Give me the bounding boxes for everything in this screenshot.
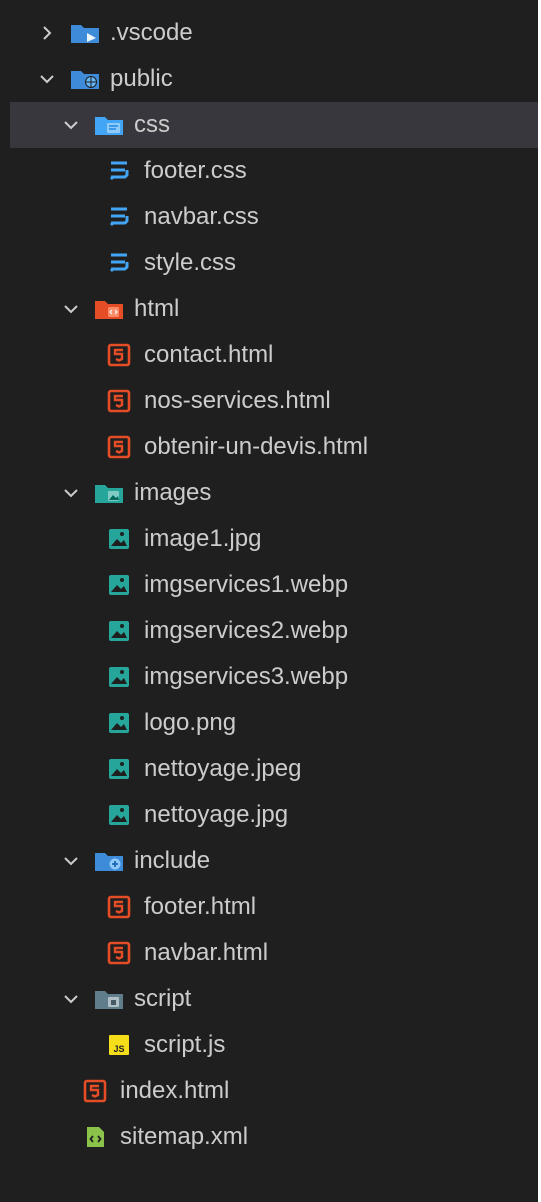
folder-row-vscode[interactable]: .vscode xyxy=(10,10,538,56)
item-label: nos-services.html xyxy=(144,387,331,414)
file-row-nettoyage-jpg[interactable]: nettoyage.jpg xyxy=(10,792,538,838)
svg-text:JS: JS xyxy=(113,1044,124,1054)
file-row-logo-png[interactable]: logo.png xyxy=(10,700,538,746)
file-row-imgservices2-webp[interactable]: imgservices2.webp xyxy=(10,608,538,654)
item-label: footer.html xyxy=(144,893,257,920)
item-label: contact.html xyxy=(144,341,274,368)
folder-row-script[interactable]: script xyxy=(10,976,538,1022)
item-label: sitemap.xml xyxy=(120,1123,249,1150)
include-folder-icon xyxy=(94,848,124,874)
html-file-icon xyxy=(104,894,134,920)
image-file-icon xyxy=(104,802,134,828)
css-folder-icon xyxy=(94,112,124,138)
item-label: css xyxy=(134,111,170,138)
chevron-down-icon[interactable] xyxy=(60,850,82,872)
file-row-footer-css[interactable]: footer.css xyxy=(10,148,538,194)
folder-row-html[interactable]: html xyxy=(10,286,538,332)
item-label: imgservices1.webp xyxy=(144,571,349,598)
image-file-icon xyxy=(104,710,134,736)
file-row-contact-html[interactable]: contact.html xyxy=(10,332,538,378)
js-file-icon: JS xyxy=(104,1032,134,1058)
html-file-icon xyxy=(104,940,134,966)
file-explorer-tree: .vscode public css footer.css navbar.css… xyxy=(0,0,541,1202)
image-file-icon xyxy=(104,526,134,552)
file-row-nettoyage-jpeg[interactable]: nettoyage.jpeg xyxy=(10,746,538,792)
image-file-icon xyxy=(104,618,134,644)
file-row-image1-jpg[interactable]: image1.jpg xyxy=(10,516,538,562)
file-row-imgservices3-webp[interactable]: imgservices3.webp xyxy=(10,654,538,700)
html-folder-icon xyxy=(94,296,124,322)
chevron-down-icon[interactable] xyxy=(36,68,58,90)
item-label: script.js xyxy=(144,1031,226,1058)
vscode-folder-icon xyxy=(70,20,100,46)
css-file-icon xyxy=(104,250,134,276)
file-row-footer-html[interactable]: footer.html xyxy=(10,884,538,930)
item-label: obtenir-un-devis.html xyxy=(144,433,369,460)
item-label: images xyxy=(134,479,212,506)
images-folder-icon xyxy=(94,480,124,506)
xml-file-icon xyxy=(80,1124,110,1150)
folder-row-include[interactable]: include xyxy=(10,838,538,884)
item-label: public xyxy=(110,65,173,92)
file-row-nos-services-html[interactable]: nos-services.html xyxy=(10,378,538,424)
item-label: image1.jpg xyxy=(144,525,262,552)
html-file-icon xyxy=(80,1078,110,1104)
css-file-icon xyxy=(104,204,134,230)
item-label: include xyxy=(134,847,211,874)
item-label: style.css xyxy=(144,249,237,276)
script-folder-icon xyxy=(94,986,124,1012)
item-label: nettoyage.jpeg xyxy=(144,755,302,782)
chevron-right-icon[interactable] xyxy=(36,22,58,44)
file-row-script-js[interactable]: JS script.js xyxy=(10,1022,538,1068)
chevron-down-icon[interactable] xyxy=(60,298,82,320)
image-file-icon xyxy=(104,664,134,690)
file-row-navbar-html[interactable]: navbar.html xyxy=(10,930,538,976)
file-row-navbar-css[interactable]: navbar.css xyxy=(10,194,538,240)
folder-row-public[interactable]: public xyxy=(10,56,538,102)
item-label: imgservices3.webp xyxy=(144,663,349,690)
html-file-icon xyxy=(104,342,134,368)
file-row-index-html[interactable]: index.html xyxy=(10,1068,538,1114)
item-label: nettoyage.jpg xyxy=(144,801,289,828)
chevron-down-icon[interactable] xyxy=(60,988,82,1010)
item-label: logo.png xyxy=(144,709,237,736)
chevron-down-icon[interactable] xyxy=(60,114,82,136)
item-label: .vscode xyxy=(110,19,193,46)
file-row-sitemap-xml[interactable]: sitemap.xml xyxy=(10,1114,538,1160)
item-label: navbar.html xyxy=(144,939,269,966)
html-file-icon xyxy=(104,388,134,414)
item-label: script xyxy=(134,985,192,1012)
item-label: footer.css xyxy=(144,157,247,184)
file-row-obtenir-un-devis-html[interactable]: obtenir-un-devis.html xyxy=(10,424,538,470)
item-label: imgservices2.webp xyxy=(144,617,349,644)
chevron-down-icon[interactable] xyxy=(60,482,82,504)
folder-row-images[interactable]: images xyxy=(10,470,538,516)
item-label: index.html xyxy=(120,1077,230,1104)
html-file-icon xyxy=(104,434,134,460)
item-label: html xyxy=(134,295,180,322)
image-file-icon xyxy=(104,756,134,782)
image-file-icon xyxy=(104,572,134,598)
folder-row-css[interactable]: css xyxy=(10,102,538,148)
item-label: navbar.css xyxy=(144,203,259,230)
public-folder-icon xyxy=(70,66,100,92)
file-row-imgservices1-webp[interactable]: imgservices1.webp xyxy=(10,562,538,608)
file-row-style-css[interactable]: style.css xyxy=(10,240,538,286)
css-file-icon xyxy=(104,158,134,184)
